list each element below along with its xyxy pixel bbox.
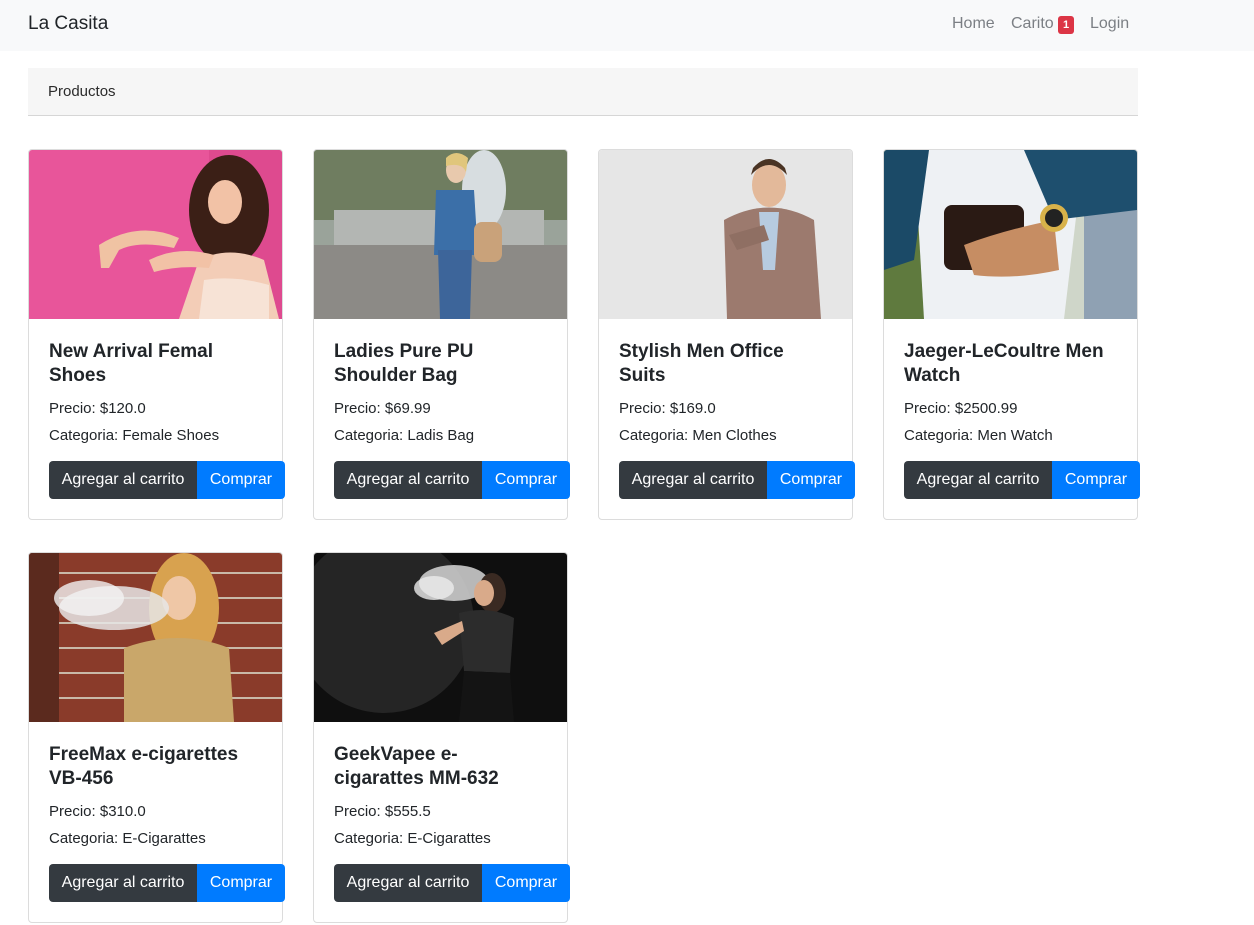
- add-to-cart-button[interactable]: Agregar al carrito: [619, 461, 767, 499]
- product-card: Ladies Pure PU Shoulder Bag Precio: $69.…: [313, 149, 570, 520]
- buy-button[interactable]: Comprar: [197, 864, 285, 902]
- buy-button[interactable]: Comprar: [482, 864, 570, 902]
- product-category: Categoria: Ladis Bag: [334, 427, 475, 444]
- product-price: Precio: $69.99: [334, 400, 431, 417]
- product-title: New Arrival Femal Shoes: [49, 341, 214, 386]
- product-card: FreeMax e-cigarettes VB-456 Precio: $310…: [28, 552, 285, 923]
- product-price: Precio: $169.0: [619, 400, 716, 417]
- product-price: Precio: $120.0: [49, 400, 146, 417]
- add-to-cart-button[interactable]: Agregar al carrito: [49, 461, 197, 499]
- product-title: Ladies Pure PU Shoulder Bag: [334, 341, 474, 386]
- product-image: [599, 150, 852, 319]
- product-image: [29, 150, 282, 319]
- buy-button[interactable]: Comprar: [482, 461, 570, 499]
- add-to-cart-button[interactable]: Agregar al carrito: [334, 461, 482, 499]
- product-price: Precio: $555.5: [334, 803, 431, 820]
- navbar: La Casita Home Carito 1 Login: [0, 0, 1254, 51]
- add-to-cart-button[interactable]: Agregar al carrito: [49, 864, 197, 902]
- product-title: Stylish Men Office Suits: [619, 341, 784, 386]
- add-to-cart-button[interactable]: Agregar al carrito: [334, 864, 482, 902]
- product-image: [314, 553, 567, 722]
- buy-button[interactable]: Comprar: [1052, 461, 1140, 499]
- cart-count-badge: 1: [1058, 16, 1074, 34]
- nav-link-login[interactable]: Login: [1090, 15, 1129, 33]
- product-card: Stylish Men Office Suits Precio: $169.0 …: [598, 149, 855, 520]
- product-category: Categoria: Men Clothes: [619, 427, 777, 444]
- buy-button[interactable]: Comprar: [197, 461, 285, 499]
- product-price: Precio: $2500.99: [904, 400, 1018, 417]
- product-category: Categoria: Female Shoes: [49, 427, 220, 444]
- product-category: Categoria: Men Watch: [904, 427, 1053, 444]
- product-card: Jaeger-LeCoultre Men Watch Precio: $2500…: [883, 149, 1140, 520]
- product-title: Jaeger-LeCoultre Men Watch: [904, 341, 1104, 386]
- breadcrumb-active: Productos: [48, 83, 116, 100]
- product-card: New Arrival Femal Shoes Precio: $120.0 C…: [28, 149, 285, 520]
- brand-logo[interactable]: La Casita: [28, 13, 108, 35]
- add-to-cart-button[interactable]: Agregar al carrito: [904, 461, 1052, 499]
- breadcrumb: Productos: [28, 68, 1138, 116]
- nav-link-home[interactable]: Home: [952, 15, 995, 33]
- product-title: GeekVapee e-cigarattes MM-632: [334, 744, 499, 789]
- product-image: [29, 553, 282, 722]
- product-category: Categoria: E-Cigarattes: [334, 830, 491, 847]
- product-title: FreeMax e-cigarettes VB-456: [49, 744, 239, 789]
- product-image: [884, 150, 1137, 319]
- product-price: Precio: $310.0: [49, 803, 146, 820]
- product-image: [314, 150, 567, 319]
- product-category: Categoria: E-Cigarattes: [49, 830, 206, 847]
- product-card: GeekVapee e-cigarattes MM-632 Precio: $5…: [313, 552, 570, 923]
- nav-link-cart[interactable]: Carito: [1011, 15, 1054, 33]
- buy-button[interactable]: Comprar: [767, 461, 855, 499]
